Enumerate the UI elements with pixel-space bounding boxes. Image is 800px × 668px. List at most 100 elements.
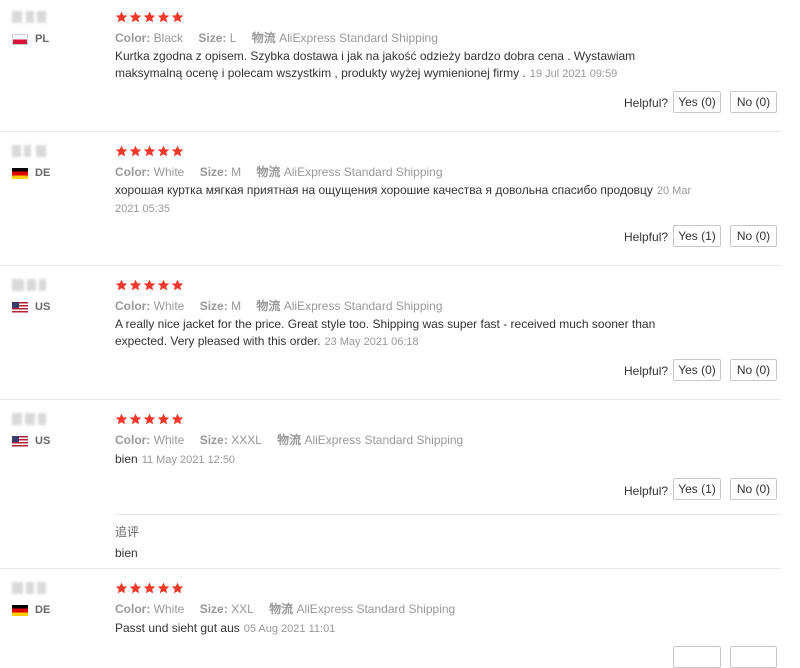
size-value: L: [229, 31, 237, 45]
helpful-label: Helpful?: [624, 364, 669, 378]
helpful-no-button[interactable]: No (0): [730, 225, 777, 247]
star-icon: [143, 145, 156, 157]
pl-flag-icon: [12, 33, 28, 45]
review-attributes: Color: White Size: M 物流 AliExpress Stand…: [115, 165, 443, 179]
review-date: 23 May 2021 06:18: [324, 336, 419, 348]
color-value: White: [153, 602, 185, 616]
country-code: DE: [35, 167, 51, 179]
star-rating: [115, 413, 184, 425]
star-icon: [171, 279, 184, 291]
reviewer-country: DE: [12, 604, 50, 616]
star-icon: [171, 145, 184, 157]
review-text: хорошая куртка мягкая приятная на ощущен…: [115, 183, 692, 215]
star-icon: [143, 582, 156, 594]
followup-text: bien: [115, 546, 138, 560]
followup-divider: [115, 514, 781, 515]
shipping-value: AliExpress Standard Shipping: [296, 602, 456, 616]
review-divider: [0, 265, 781, 266]
size-value: XXXL: [231, 433, 262, 447]
review-attributes: Color: White Size: XXXL 物流 AliExpress St…: [115, 433, 464, 447]
review-divider: [0, 568, 781, 569]
review-date: 11 May 2021 12:50: [141, 454, 236, 466]
shipping-value: AliExpress Standard Shipping: [283, 165, 443, 179]
star-rating: [115, 279, 184, 291]
country-code: US: [35, 435, 51, 447]
size-value: XXL: [231, 602, 254, 616]
de-flag-icon: [12, 604, 28, 616]
star-icon: [115, 582, 128, 594]
review-date: 05 Aug 2021 11:01: [243, 623, 336, 635]
reviewer-name-blurred: [12, 145, 46, 157]
helpful-yes-button[interactable]: [673, 646, 721, 668]
reviewer-name-blurred: [12, 11, 46, 23]
helpful-no-button[interactable]: [730, 646, 777, 668]
country-code: DE: [35, 604, 51, 616]
star-icon: [129, 279, 142, 291]
helpful-yes-button[interactable]: Yes (0): [673, 359, 721, 381]
review-date: 19 Jul 2021 09:59: [529, 68, 618, 80]
star-icon: [157, 582, 170, 594]
size-value: M: [231, 165, 242, 179]
reviewer-country: US: [12, 435, 50, 447]
color-value: Black: [153, 31, 184, 45]
helpful-no-button[interactable]: No (0): [730, 359, 777, 381]
followup-label: 追评: [115, 525, 140, 539]
star-icon: [171, 413, 184, 425]
reviewer-name-blurred: [12, 582, 46, 594]
helpful-yes-button[interactable]: Yes (1): [673, 478, 721, 500]
color-value: White: [153, 433, 185, 447]
reviewer-info: DE: [12, 582, 50, 616]
reviewer-info: US: [12, 279, 50, 313]
star-icon: [129, 11, 142, 23]
reviewer-country: US: [12, 301, 50, 313]
shipping-value: AliExpress Standard Shipping: [279, 31, 438, 45]
review-divider: [0, 131, 781, 132]
review-text: Kurtka zgodna z opisem. Szybka dostawa i…: [115, 49, 636, 80]
helpful-no-button[interactable]: No (0): [730, 478, 777, 500]
star-icon: [129, 413, 142, 425]
reviewer-name-blurred: [12, 413, 46, 425]
shipping-value: AliExpress Standard Shipping: [283, 299, 443, 313]
us-flag-icon: [12, 435, 28, 447]
country-code: PL: [35, 33, 50, 45]
star-icon: [171, 11, 184, 23]
helpful-label: Helpful?: [624, 230, 669, 244]
star-icon: [115, 145, 128, 157]
reviewer-name-blurred: [12, 279, 46, 291]
star-icon: [115, 279, 128, 291]
star-icon: [157, 145, 170, 157]
helpful-yes-button[interactable]: Yes (0): [673, 91, 721, 113]
color-value: White: [153, 299, 185, 313]
star-icon: [143, 413, 156, 425]
color-value: White: [153, 165, 185, 179]
helpful-no-button[interactable]: No (0): [730, 91, 777, 113]
review-divider: [0, 399, 781, 400]
star-icon: [143, 11, 156, 23]
review-text: A really nice jacket for the price. Grea…: [115, 317, 656, 348]
us-flag-icon: [12, 301, 28, 313]
reviewer-info: DE: [12, 145, 50, 179]
star-icon: [157, 413, 170, 425]
star-rating: [115, 582, 184, 594]
reviewer-country: PL: [12, 33, 49, 45]
review-text: Passt und sieht gut aus 05 Aug 2021 11:01: [115, 621, 336, 635]
helpful-yes-button[interactable]: Yes (1): [673, 225, 721, 247]
helpful-label: Helpful?: [624, 484, 669, 498]
reviewer-info: PL: [12, 11, 49, 45]
reviewer-country: DE: [12, 167, 50, 179]
star-icon: [129, 145, 142, 157]
star-icon: [157, 279, 170, 291]
country-code: US: [35, 301, 51, 313]
reviewer-info: US: [12, 413, 50, 447]
size-value: M: [231, 299, 242, 313]
review-attributes: Color: White Size: M 物流 AliExpress Stand…: [115, 299, 443, 313]
review-text: bien 11 May 2021 12:50: [115, 452, 236, 466]
star-icon: [115, 11, 128, 23]
star-icon: [157, 11, 170, 23]
star-icon: [115, 413, 128, 425]
review-attributes: Color: White Size: XXL 物流 AliExpress Sta…: [115, 602, 456, 616]
star-icon: [129, 582, 142, 594]
star-icon: [143, 279, 156, 291]
star-icon: [171, 582, 184, 594]
shipping-value: AliExpress Standard Shipping: [304, 433, 464, 447]
